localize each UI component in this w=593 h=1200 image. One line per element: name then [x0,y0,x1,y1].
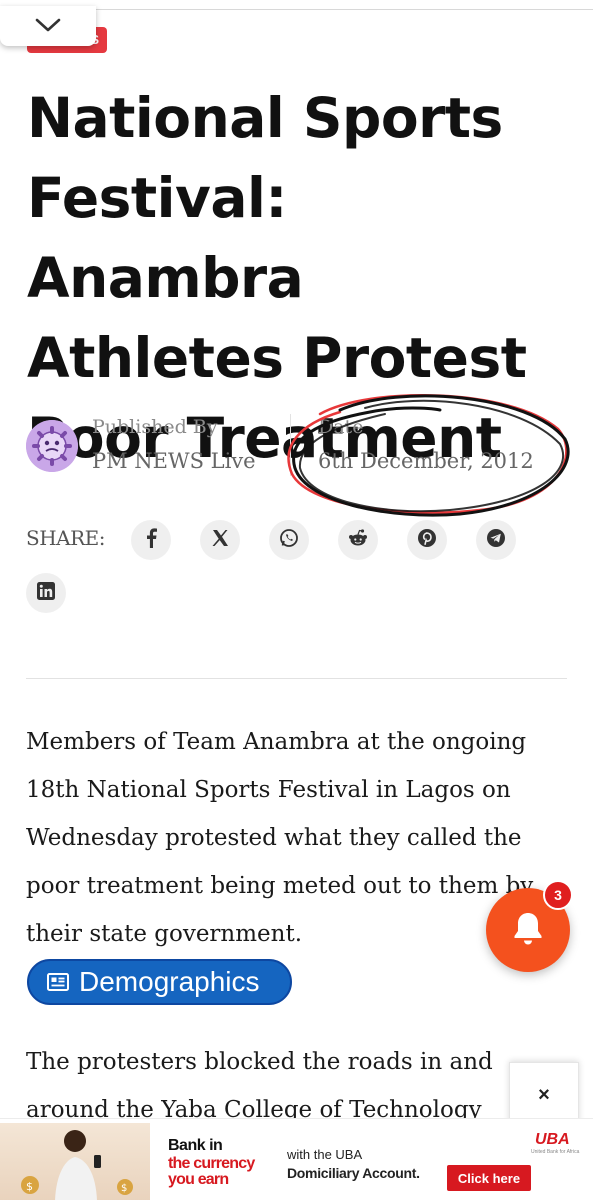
content-divider [26,678,567,679]
collapse-toggle[interactable] [0,6,96,46]
date-label: Date [318,416,364,438]
share-whatsapp-button[interactable] [269,520,309,560]
ad-headline-1: Bank in [168,1137,223,1154]
notification-count-badge: 3 [543,880,573,910]
meta-divider [290,414,291,476]
share-x-button[interactable] [200,520,240,560]
share-reddit-button[interactable] [338,520,378,560]
share-facebook-button[interactable] [131,520,171,560]
share-pinterest-button[interactable] [407,520,447,560]
ad-headline-3: you earn [168,1171,229,1188]
uba-logo-subtext: United Bank for Africa [531,1149,580,1155]
share-label: SHARE: [26,526,105,550]
uba-logo: UBA [535,1131,570,1148]
author-name[interactable]: PM NEWS Live [92,449,256,473]
x-icon [211,529,229,551]
svg-text:$: $ [121,1183,127,1194]
ad-click-here-button[interactable]: Click here [447,1165,531,1191]
newspaper-icon [47,972,69,992]
linkedin-icon [37,582,55,604]
share-linkedin-button[interactable] [26,573,66,613]
chevron-down-icon [35,17,61,36]
facebook-icon [144,528,158,552]
ad-subtext-1: with the UBA [287,1147,363,1162]
publish-date: 6th December, 2012 [318,449,534,473]
ad-banner[interactable]: $ $ Bank in the currency you earn with t… [0,1118,593,1200]
telegram-icon [486,528,506,552]
author-avatar[interactable] [26,420,78,472]
pinterest-icon [417,528,437,552]
svg-text:$: $ [26,1180,33,1193]
reddit-icon [347,528,369,552]
demographics-label: Demographics [79,966,260,997]
published-by-label: Published By [92,416,218,438]
share-telegram-button[interactable] [476,520,516,560]
ad-subtext-2: Domiciliary Account. [287,1165,420,1181]
demographics-tag-chip[interactable]: Demographics [27,959,292,1005]
whatsapp-icon [279,528,299,552]
ad-photo: $ $ [0,1123,150,1200]
bell-icon [511,910,545,950]
